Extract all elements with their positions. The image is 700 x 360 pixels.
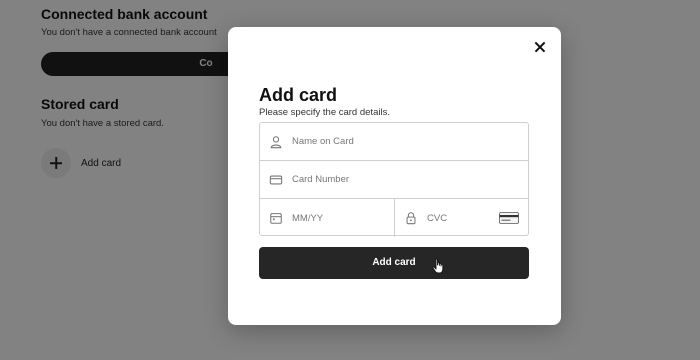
card-number-input[interactable] <box>292 174 528 185</box>
expiry-input[interactable] <box>292 212 394 224</box>
modal-subtitle: Please specify the card details. <box>259 107 390 118</box>
card-details-form <box>259 122 529 237</box>
calendar-icon <box>270 213 282 224</box>
hand-cursor-icon <box>432 258 444 274</box>
add-card-modal: Add card Please specify the card details… <box>228 27 561 325</box>
card-number-field[interactable] <box>260 161 528 199</box>
close-icon[interactable] <box>531 38 549 56</box>
modal-title: Add card <box>259 85 338 105</box>
cvc-input[interactable] <box>427 212 499 224</box>
card-brand-icon <box>499 212 519 224</box>
expiry-field[interactable] <box>260 199 395 237</box>
cvc-field[interactable] <box>395 199 528 237</box>
name-on-card-field[interactable] <box>260 123 528 161</box>
add-card-submit-button[interactable]: Add card <box>259 247 529 279</box>
user-icon <box>270 135 282 148</box>
credit-card-icon <box>269 175 283 184</box>
name-on-card-input[interactable] <box>292 136 528 147</box>
lock-icon <box>406 212 416 225</box>
